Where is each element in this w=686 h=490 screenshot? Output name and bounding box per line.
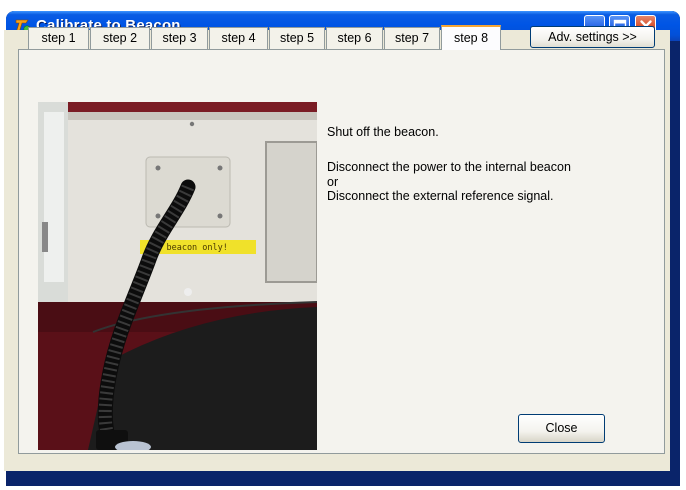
instruction-or: or bbox=[327, 175, 339, 189]
tab-step-6[interactable]: step 6 bbox=[326, 27, 383, 49]
tab-step-3[interactable]: step 3 bbox=[151, 27, 208, 49]
instruction-disconnect-reference: Disconnect the external reference signal… bbox=[327, 189, 554, 203]
tab-step-7[interactable]: step 7 bbox=[384, 27, 440, 49]
beacon-photo-drawing: for beacon only! bbox=[38, 102, 317, 450]
tab-step-5[interactable]: step 5 bbox=[269, 27, 325, 49]
tab-step-2[interactable]: step 2 bbox=[90, 27, 150, 49]
instruction-disconnect-power: Disconnect the power to the internal bea… bbox=[327, 160, 571, 174]
instruction-shut-off: Shut off the beacon. bbox=[327, 125, 439, 139]
tab-step-4[interactable]: step 4 bbox=[209, 27, 268, 49]
adv-settings-button[interactable]: Adv. settings >> bbox=[530, 26, 655, 48]
tab-step-1[interactable]: step 1 bbox=[28, 27, 89, 49]
close-button[interactable]: Close bbox=[518, 414, 605, 443]
beacon-photo: for beacon only! bbox=[38, 102, 317, 450]
tab-step-8[interactable]: step 8 bbox=[441, 25, 501, 50]
